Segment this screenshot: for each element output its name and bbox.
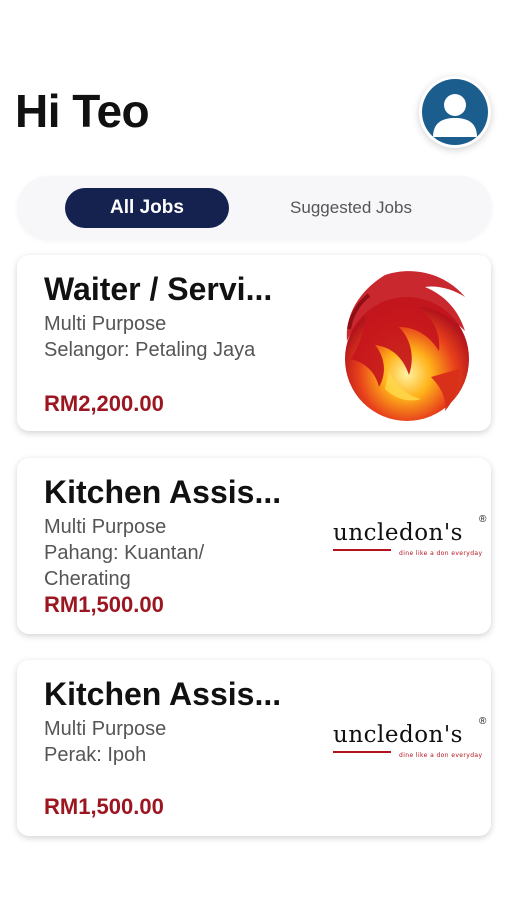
tab-all-jobs[interactable]: All Jobs [65,188,229,228]
tab-suggested-jobs[interactable]: Suggested Jobs [269,188,433,228]
logo-wordmark: uncledon's [333,520,463,546]
job-salary: RM1,500.00 [44,592,164,617]
uncledons-logo: uncledon's dine like a don everyday ® [333,716,493,778]
job-category: Multi Purpose [44,718,167,740]
job-card[interactable]: Kitchen Assis... Multi Purpose Perak: Ip… [17,660,491,836]
job-category: Multi Purpose [44,313,167,335]
job-filter-tabs: All Jobs Suggested Jobs [17,176,492,240]
logo-underline [333,751,391,753]
job-card[interactable]: Waiter / Servi... Multi Purpose Selangor… [17,255,491,431]
job-card[interactable]: Kitchen Assis... Multi Purpose Pahang: K… [17,458,491,634]
job-category: Multi Purpose [44,516,167,538]
greeting-title: Hi Teo [15,85,150,137]
registered-mark-icon: ® [479,716,487,727]
logo-underline [333,549,391,551]
logo-wordmark: uncledon's [333,722,463,748]
job-salary: RM1,500.00 [44,794,164,819]
phoenix-logo [345,271,469,421]
job-location: Pahang: Kuantan/ Cherating [44,542,205,590]
uncledons-logo: uncledon's dine like a don everyday ® [333,514,493,576]
job-location: Selangor: Petaling Jaya [44,339,256,361]
job-title: Kitchen Assis... [44,676,282,712]
logo-tagline: dine like a don everyday [399,550,483,557]
user-icon [422,79,488,145]
job-location: Perak: Ipoh [44,744,147,766]
registered-mark-icon: ® [479,514,487,525]
job-title: Waiter / Servi... [44,271,273,307]
profile-avatar-button[interactable] [419,76,491,148]
job-title: Kitchen Assis... [44,474,282,510]
logo-tagline: dine like a don everyday [399,752,483,759]
job-salary: RM2,200.00 [44,391,164,416]
